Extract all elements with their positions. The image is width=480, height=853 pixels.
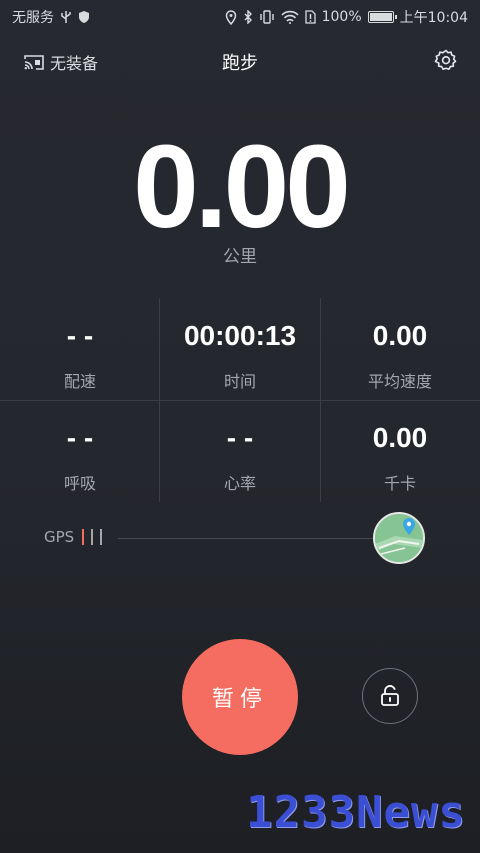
gps-label: GPS [44,528,75,546]
carrier-text: 无服务 [12,10,54,26]
metric-label: 平均速度 [367,372,432,391]
location-icon [225,9,236,25]
device-selector[interactable]: 无装备 [24,50,98,74]
usb-icon [61,11,71,23]
battery-percent: 100% [321,9,362,25]
gps-signal-bars [82,529,103,545]
map-button[interactable] [373,512,425,564]
clock-time: 上午10:04 [399,10,468,26]
settings-button[interactable] [434,48,458,76]
vibrate-icon [259,10,274,24]
distance-unit: 公里 [223,247,257,267]
distance-value: 0.00 [133,121,351,253]
gps-signal-bar [100,529,103,545]
metric-label: 配速 [63,372,96,391]
metric-value: - - [66,422,94,453]
pause-button[interactable]: 暂停 [182,639,298,755]
gps-signal-bar [91,529,94,545]
gps-indicator: GPS [44,528,103,546]
metric-value: 00:00:13 [183,320,297,351]
metric-heart-rate: - - 心率 [160,400,320,502]
metric-avg-speed: 0.00 平均速度 [320,298,480,400]
metric-calories: 0.00 千卡 [320,400,480,502]
metric-pace: - - 配速 [0,298,160,400]
shield-icon [79,11,89,23]
metric-label: 时间 [223,372,256,391]
metric-value: - - [66,320,94,351]
device-label: 无装备 [50,54,99,73]
unlock-icon [381,685,399,706]
battery-fill [369,13,392,21]
gps-track-line [118,538,376,539]
cast-icon [24,54,44,70]
metric-label: 呼吸 [63,474,96,493]
metric-value: 0.00 [372,422,428,453]
wifi-icon [281,10,299,24]
metric-label: 千卡 [383,474,416,493]
metric-value: - - [226,422,254,453]
gps-signal-bar [82,529,85,545]
status-bar: 无服务 100% 上午10:04 [0,0,480,34]
gear-icon [434,49,457,70]
sim-alert-icon [304,10,316,24]
map-pin-icon [375,514,423,562]
bluetooth-icon [244,10,252,24]
metric-label: 心率 [223,474,256,493]
lock-button[interactable] [362,668,418,724]
metric-breathing: - - 呼吸 [0,400,160,502]
battery-icon [367,11,397,23]
metrics-grid: - - 配速 00:00:13 时间 0.00 平均速度 - - 呼吸 - - … [0,298,480,502]
metric-time: 00:00:13 时间 [160,298,320,400]
top-bar: 无装备 跑步 [0,40,480,84]
watermark-logo: 1233News [246,787,466,838]
metric-value: 0.00 [372,320,428,351]
